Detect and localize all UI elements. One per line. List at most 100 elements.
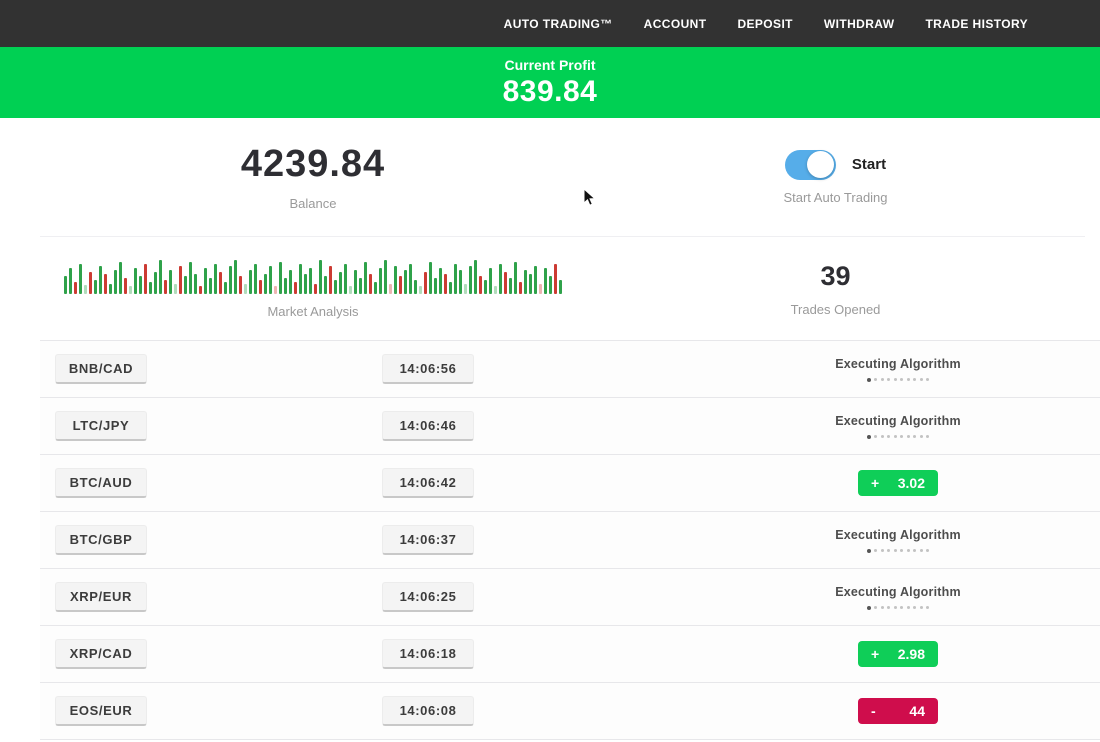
chart-bar xyxy=(254,264,257,294)
chart-bar xyxy=(209,278,212,294)
chart-bar xyxy=(124,278,127,294)
nav-deposit[interactable]: DEPOSIT xyxy=(737,17,792,31)
chart-bar xyxy=(429,262,432,294)
trade-row: LTC/JPY 14:06:46 Executing Algorithm xyxy=(40,398,1100,455)
chart-bar xyxy=(134,268,137,294)
trade-row: BNB/CAD 14:06:56 Executing Algorithm xyxy=(40,341,1100,398)
pair-pill[interactable]: BTC/AUD xyxy=(55,468,147,498)
chart-bar xyxy=(449,282,452,294)
badge-sign: + xyxy=(871,475,879,491)
pair-pill[interactable]: XRP/EUR xyxy=(55,582,147,612)
chart-bar xyxy=(499,264,502,294)
time-pill: 14:06:25 xyxy=(382,582,474,612)
chart-bar xyxy=(384,260,387,294)
nav-withdraw[interactable]: WITHDRAW xyxy=(824,17,895,31)
chart-bar xyxy=(474,260,477,294)
loading-dots xyxy=(867,549,930,553)
nav-account[interactable]: ACCOUNT xyxy=(644,17,707,31)
chart-bar xyxy=(389,284,392,294)
chart-bar xyxy=(339,272,342,294)
stats-row-balance: 4239.84 Balance Start Start Auto Trading xyxy=(40,118,1085,237)
pair-pill[interactable]: BNB/CAD xyxy=(55,354,147,384)
chart-bar xyxy=(534,266,537,294)
chart-bar xyxy=(149,282,152,294)
chart-bar xyxy=(509,278,512,294)
loading-dot xyxy=(887,378,890,381)
balance-value: 4239.84 xyxy=(241,143,385,186)
trade-row: XRP/EUR 14:06:25 Executing Algorithm xyxy=(40,569,1100,626)
badge-value: 44 xyxy=(909,703,925,719)
time-pill: 14:06:37 xyxy=(382,525,474,555)
loading-dots xyxy=(867,378,930,382)
chart-bar xyxy=(244,284,247,294)
toggle-knob xyxy=(807,151,834,178)
loading-dot xyxy=(900,549,903,552)
chart-bar xyxy=(234,260,237,294)
loading-dot xyxy=(881,435,884,438)
loading-dots xyxy=(867,606,930,610)
chart-bar xyxy=(354,270,357,294)
toggle-label: Start xyxy=(852,156,886,173)
time-pill: 14:06:46 xyxy=(382,411,474,441)
loading-dot xyxy=(920,549,923,552)
trade-status-cell: Executing Algorithm xyxy=(738,341,1058,397)
chart-bar xyxy=(409,264,412,294)
chart-bar xyxy=(219,272,222,294)
executing-algorithm-text: Executing Algorithm xyxy=(835,528,961,542)
chart-bar xyxy=(444,274,447,294)
loading-dots xyxy=(867,435,930,439)
trade-status-cell: +3.02 xyxy=(738,455,1058,511)
nav-trade-history[interactable]: TRADE HISTORY xyxy=(925,17,1028,31)
loading-dot xyxy=(874,435,877,438)
auto-trading-toggle[interactable] xyxy=(785,150,836,180)
chart-bar xyxy=(414,280,417,294)
chart-bar xyxy=(139,276,142,294)
chart-bar xyxy=(74,282,77,294)
time-pill: 14:06:42 xyxy=(382,468,474,498)
nav-auto-trading[interactable]: AUTO TRADING™ xyxy=(504,17,613,31)
loading-dot xyxy=(881,549,884,552)
time-pill: 14:06:56 xyxy=(382,354,474,384)
chart-bar xyxy=(184,276,187,294)
loading-dot xyxy=(894,549,897,552)
market-analysis-label: Market Analysis xyxy=(267,304,358,319)
chart-bar xyxy=(84,285,87,294)
chart-bar xyxy=(544,268,547,294)
pair-pill[interactable]: XRP/CAD xyxy=(55,639,147,669)
time-pill: 14:06:08 xyxy=(382,696,474,726)
chart-bar xyxy=(459,270,462,294)
loading-dot xyxy=(874,378,877,381)
pair-pill[interactable]: LTC/JPY xyxy=(55,411,147,441)
chart-bar xyxy=(479,276,482,294)
loading-dot xyxy=(894,606,897,609)
loading-dot xyxy=(926,435,929,438)
loading-dot xyxy=(887,435,890,438)
chart-bar xyxy=(469,266,472,294)
badge-sign: + xyxy=(871,646,879,662)
executing-algorithm-text: Executing Algorithm xyxy=(835,585,961,599)
chart-bar xyxy=(109,284,112,294)
chart-bar xyxy=(494,286,497,294)
chart-bar xyxy=(439,268,442,294)
pair-pill[interactable]: BTC/GBP xyxy=(55,525,147,555)
stats-row-market: Market Analysis 39 Trades Opened xyxy=(40,237,1085,340)
loss-badge: -44 xyxy=(858,698,938,724)
chart-bar xyxy=(504,272,507,294)
profit-banner-value: 839.84 xyxy=(503,75,598,109)
trades-opened-block: 39 Trades Opened xyxy=(586,237,1085,340)
loading-dot xyxy=(913,378,916,381)
trade-row: BTC/GBP 14:06:37 Executing Algorithm xyxy=(40,512,1100,569)
chart-bar xyxy=(274,286,277,294)
chart-bar xyxy=(539,284,542,294)
top-nav: AUTO TRADING™ ACCOUNT DEPOSIT WITHDRAW T… xyxy=(0,0,1100,47)
chart-bar xyxy=(434,278,437,294)
trade-status-cell: -44 xyxy=(738,683,1058,739)
loading-dot xyxy=(913,549,916,552)
chart-bar xyxy=(519,282,522,294)
pair-pill[interactable]: EOS/EUR xyxy=(55,696,147,726)
chart-bar xyxy=(554,264,557,294)
market-analysis-block: Market Analysis xyxy=(40,237,586,340)
chart-bar xyxy=(489,268,492,294)
loading-dot xyxy=(900,378,903,381)
loading-dot xyxy=(907,378,910,381)
